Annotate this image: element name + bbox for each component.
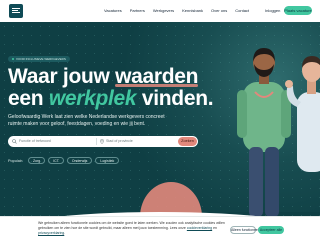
site-logo[interactable]: [9, 4, 23, 18]
title-highlight: waarden: [115, 65, 199, 88]
login-link[interactable]: Inloggen: [265, 8, 280, 13]
job-search-bar: Functie of trefwoord Stad of provincie Z…: [8, 136, 198, 147]
location-input[interactable]: Stad of provincie: [106, 139, 133, 144]
hero-lead: Geloofwaardig Werk laat zien welke Neder…: [8, 114, 165, 127]
nav-link-kennisbank[interactable]: Kennisbank: [182, 8, 203, 13]
tag-chip-logistiek[interactable]: Logistiek: [95, 157, 120, 164]
badge-dot-icon: [12, 58, 14, 61]
main-menu: Vacatures Partners Werkgevers Kennisbank…: [104, 8, 249, 13]
nav-link-over-ons[interactable]: Over ons: [211, 8, 227, 13]
audience-badge: VOOR INCLUSIEVE WERKGEVERS: [8, 56, 70, 62]
cookie-banner: We gebruiken alleen functionele cookies …: [0, 216, 320, 240]
popular-tags: Populair: Zorg ICT Onderwijs Logistiek: [8, 157, 120, 164]
person-left-figure: [237, 48, 291, 217]
people-illustration: [237, 48, 320, 217]
nav-link-werkgevers[interactable]: Werkgevers: [153, 8, 174, 13]
hero-title: Waar jouw waarden een werkplek vinden.: [8, 65, 214, 110]
cookie-text: We gebruiken alleen functionele cookies …: [38, 221, 225, 235]
hero-section: VOOR INCLUSIEVE WERKGEVERS Waar jouw waa…: [0, 22, 320, 240]
popular-label: Populair:: [8, 158, 23, 163]
location-pin-icon: [100, 139, 104, 144]
cookie-policy-link[interactable]: cookieverklaring: [187, 226, 212, 230]
nav-link-vacatures[interactable]: Vacatures: [104, 8, 122, 13]
search-button[interactable]: Zoeken: [178, 137, 197, 146]
search-icon: [12, 139, 17, 144]
privacy-policy-link[interactable]: privacyverklaring: [38, 231, 64, 235]
tag-chip-onderwijs[interactable]: Onderwijs: [66, 157, 93, 164]
accept-all-button[interactable]: Accepteer alle: [258, 226, 284, 234]
nav-link-contact[interactable]: Contact: [235, 8, 249, 13]
functional-only-button[interactable]: Alleen functioneel: [230, 226, 259, 234]
search-divider: [96, 138, 97, 145]
post-vacancy-button[interactable]: Plaats vacature: [284, 6, 312, 15]
tag-chip-ict[interactable]: ICT: [48, 157, 64, 164]
nav-link-partners[interactable]: Partners: [130, 8, 145, 13]
top-navigation: Vacatures Partners Werkgevers Kennisbank…: [0, 0, 320, 22]
title-italic: werkplek: [48, 87, 137, 110]
tag-chip-zorg[interactable]: Zorg: [28, 157, 46, 164]
keyword-input[interactable]: Functie of trefwoord: [19, 139, 51, 144]
